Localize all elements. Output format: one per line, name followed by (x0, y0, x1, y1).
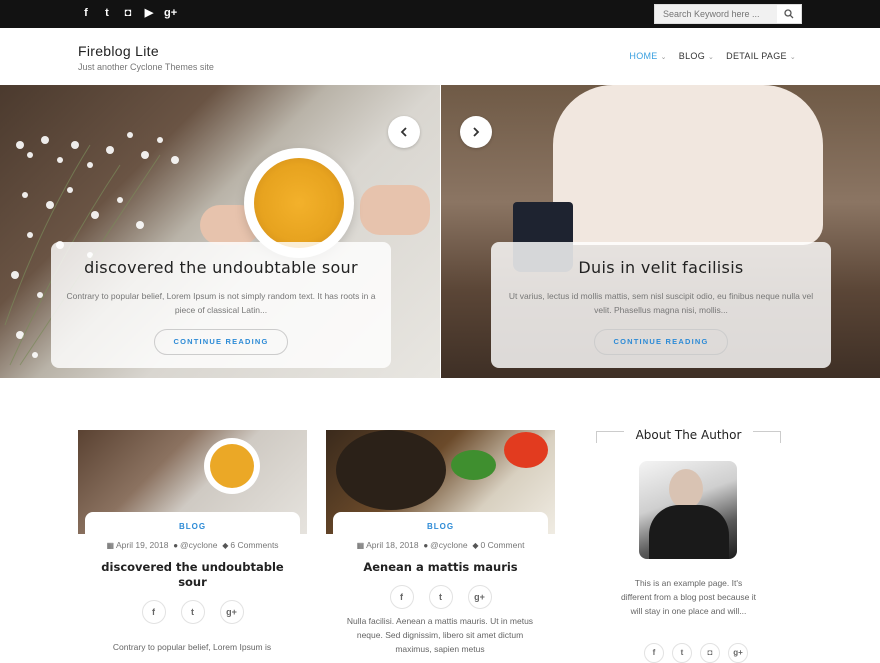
comment-icon: ◆ (472, 541, 479, 550)
tomato-shape (504, 432, 548, 468)
slide-2-caption: Duis in velit facilisis Ut varius, lectu… (491, 242, 831, 368)
tea (210, 444, 254, 488)
twitter-icon[interactable]: t (180, 600, 205, 624)
post-category[interactable]: BLOG (85, 522, 300, 531)
search-box (654, 4, 802, 24)
nav-label: BLOG (678, 51, 705, 61)
bowl-shape (336, 430, 446, 510)
person-sweater (553, 85, 823, 245)
slide-title[interactable]: discovered the undoubtable sour (65, 258, 377, 277)
share-buttons: f t g+ (333, 585, 548, 609)
cup-shape (204, 438, 260, 494)
post-title[interactable]: Aenean a mattis mauris (333, 560, 548, 575)
calendar-icon: ▦ (356, 541, 365, 550)
googleplus-icon[interactable]: g+ (164, 6, 177, 20)
facebook-icon[interactable]: f (141, 600, 166, 624)
author-jacket (649, 505, 729, 559)
twitter-icon[interactable]: t (428, 585, 453, 609)
post-comments[interactable]: 6 Comments (230, 540, 278, 550)
post-date[interactable]: April 18, 2018 (366, 540, 418, 550)
twitter-icon[interactable]: t (101, 6, 113, 20)
search-button[interactable] (777, 5, 801, 23)
nav-item-blog[interactable]: BLOG ⌄ (679, 51, 714, 61)
nav-label: HOME (629, 51, 658, 61)
search-icon (784, 9, 794, 19)
youtube-icon[interactable]: ▶ (143, 6, 155, 20)
chevron-right-icon (473, 127, 480, 137)
search-input[interactable] (655, 5, 777, 23)
chevron-down-icon: ⌄ (660, 54, 667, 61)
post-meta: ▦ April 19, 2018 ● @cyclone ◆ 6 Comments (85, 539, 300, 552)
post-meta: ▦ April 18, 2018 ● @cyclone ◆ 0 Comment (333, 539, 548, 552)
chevron-down-icon: ⌄ (708, 54, 715, 61)
site-title[interactable]: Fireblog Lite (78, 43, 159, 59)
googleplus-icon[interactable]: g+ (219, 600, 244, 624)
post-card: BLOG ▦ April 19, 2018 ● @cyclone ◆ 6 Commen… (78, 430, 307, 662)
slide-title[interactable]: Duis in velit facilisis (505, 258, 817, 277)
post-card: BLOG ▦ April 18, 2018 ● @cyclone ◆ 0 Commen… (326, 430, 555, 662)
slide-1-caption: discovered the undoubtable sour Contrary… (51, 242, 391, 368)
widget-header: About The Author (596, 428, 781, 446)
chevron-left-icon (400, 127, 407, 137)
post-category[interactable]: BLOG (333, 522, 548, 531)
user-icon: ● (173, 541, 179, 550)
continue-reading-button[interactable]: CONTINUE READING (154, 329, 288, 355)
site-header: Fireblog Lite Just another Cyclone Theme… (0, 28, 880, 85)
post-author[interactable]: @cyclone (180, 540, 217, 550)
googleplus-icon[interactable]: g+ (467, 585, 492, 609)
author-photo (639, 461, 737, 559)
post-excerpt: Nulla facilisi. Aenean a mattis mauris. … (346, 616, 534, 654)
instagram-icon[interactable]: ◘ (122, 6, 134, 20)
basil-shape (451, 450, 496, 480)
post-excerpt: Contrary to popular belief, Lorem Ipsum … (112, 642, 272, 652)
about-author-widget: About The Author This is an example page… (596, 428, 781, 663)
facebook-icon[interactable]: f (389, 585, 414, 609)
post-comments[interactable]: 0 Comment (481, 540, 525, 550)
main-nav: HOME ⌄ BLOG ⌄ DETAIL PAGE ⌄ (629, 51, 796, 61)
post-date[interactable]: April 19, 2018 (116, 540, 168, 550)
site-tagline: Just another Cyclone Themes site (78, 62, 214, 72)
nav-label: DETAIL PAGE (726, 51, 787, 61)
author-head (669, 469, 703, 509)
tea (254, 158, 344, 248)
slide-excerpt: Ut varius, lectus id mollis mattis, sem … (508, 291, 814, 315)
continue-reading-button[interactable]: CONTINUE READING (594, 329, 728, 355)
nav-item-home[interactable]: HOME ⌄ (629, 51, 666, 61)
post-title[interactable]: discovered the undoubtable sour (85, 560, 300, 590)
calendar-icon: ▦ (106, 541, 114, 550)
widget-title: About The Author (624, 428, 753, 442)
author-description: This is an example page. It's different … (621, 578, 756, 616)
post-author[interactable]: @cyclone (430, 540, 467, 550)
facebook-icon[interactable]: f (644, 643, 664, 663)
author-social-links: f t ◘ g+ (644, 643, 748, 663)
hero-slider: discovered the undoubtable sour Contrary… (0, 85, 880, 378)
googleplus-icon[interactable]: g+ (728, 643, 748, 663)
top-bar: f t ◘ ▶ g+ (0, 0, 880, 28)
twitter-icon[interactable]: t (672, 643, 692, 663)
hand-right (360, 185, 430, 235)
share-buttons: f t g+ (85, 600, 300, 624)
user-icon: ● (423, 541, 429, 550)
nav-item-detail-page[interactable]: DETAIL PAGE ⌄ (726, 51, 796, 61)
slide-excerpt: Contrary to popular belief, Lorem Ipsum … (66, 291, 376, 315)
facebook-icon[interactable]: f (80, 6, 92, 20)
chevron-down-icon: ⌄ (789, 54, 796, 61)
slider-prev-button[interactable] (388, 116, 420, 148)
comment-icon: ◆ (222, 541, 229, 550)
instagram-icon[interactable]: ◘ (700, 643, 720, 663)
slider-next-button[interactable] (460, 116, 492, 148)
social-links: f t ◘ ▶ g+ (80, 6, 177, 20)
